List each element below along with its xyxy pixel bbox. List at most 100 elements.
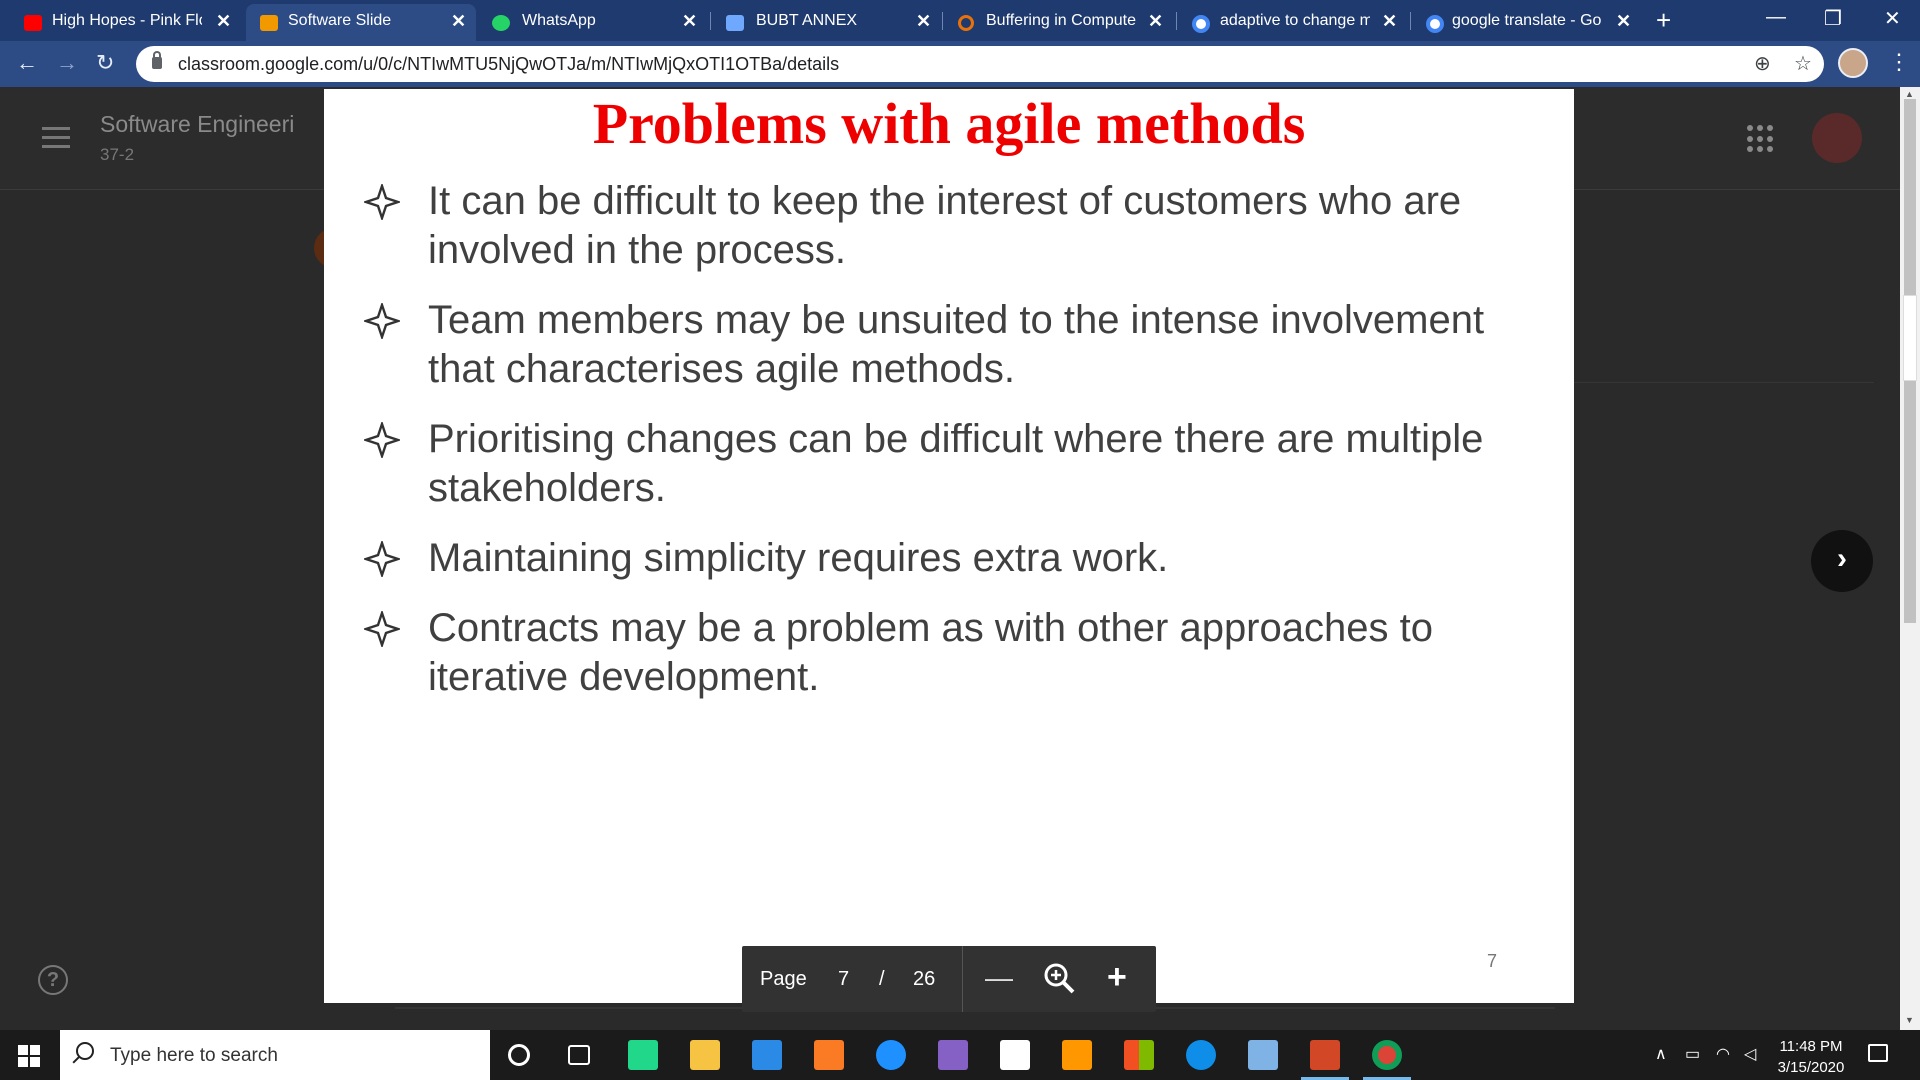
volume-icon[interactable]: ◁ — [1744, 1044, 1756, 1064]
search-placeholder: Type here to search — [110, 1045, 278, 1066]
windows-taskbar: Type here to search ∧ ▭ ◠ ◁ 11:48 PM 3/1… — [0, 1030, 1920, 1080]
bubt-icon — [726, 15, 744, 31]
main-menu-icon[interactable] — [42, 127, 70, 154]
minimize-icon[interactable]: — — [1766, 6, 1786, 29]
page-label: Page — [760, 968, 807, 990]
bullet-text: It can be difficult to keep the interest… — [428, 179, 1462, 272]
tab-software-slide[interactable]: Software Slide ✕ — [246, 4, 476, 41]
slide-preview: Problems with agile methods It can be di… — [324, 89, 1574, 1003]
clock-date: 3/15/2020 — [1777, 1059, 1845, 1076]
profile-avatar[interactable] — [1838, 48, 1868, 78]
tab-title: adaptive to change me — [1220, 12, 1370, 29]
google-apps-icon[interactable] — [1747, 125, 1775, 153]
account-avatar[interactable] — [1812, 113, 1862, 163]
taskbar-search[interactable]: Type here to search — [60, 1030, 490, 1080]
cortana-icon[interactable] — [508, 1044, 530, 1066]
zoom-in-button[interactable]: + — [1107, 958, 1127, 997]
tab-separator — [710, 12, 711, 30]
divider — [1574, 382, 1874, 383]
tab-title: BUBT ANNEX — [756, 12, 858, 29]
close-tab-icon[interactable]: ✕ — [682, 11, 697, 32]
close-tab-icon[interactable]: ✕ — [1148, 11, 1163, 32]
tab-google-translate[interactable]: google translate - Goo ✕ — [1412, 4, 1642, 41]
bullet-item: Maintaining simplicity requires extra wo… — [364, 534, 1544, 583]
four-point-star-icon — [364, 184, 400, 220]
slide-title: Problems with agile methods — [592, 91, 1306, 156]
tab-bubt-annex[interactable]: BUBT ANNEX ✕ — [712, 4, 942, 41]
address-bar[interactable]: classroom.google.com/u/0/c/NTIwMTU5NjQwO… — [136, 46, 1824, 82]
tab-whatsapp[interactable]: WhatsApp ✕ — [478, 4, 708, 41]
current-page[interactable]: 7 — [838, 968, 849, 991]
close-tab-icon[interactable]: ✕ — [916, 11, 931, 32]
tab-title: High Hopes - Pink Floy — [52, 12, 202, 29]
virtualbox-icon[interactable] — [1248, 1040, 1278, 1070]
viewer-page-controls: Page 7 / 26 — + — [742, 946, 1156, 1012]
four-point-star-icon — [364, 303, 400, 339]
restore-icon[interactable]: ❐ — [1824, 6, 1842, 31]
zoom-magnifier-icon[interactable] — [1042, 961, 1076, 995]
bullet-list: It can be difficult to keep the interest… — [364, 177, 1544, 723]
chrome-icon[interactable] — [1372, 1040, 1402, 1070]
tab-separator — [942, 12, 943, 30]
google-icon — [1426, 15, 1444, 33]
course-title[interactable]: Software Engineeri — [100, 111, 294, 138]
notification-center-icon[interactable] — [1868, 1044, 1888, 1062]
close-tab-icon[interactable]: ✕ — [1616, 11, 1631, 32]
tab-buffering[interactable]: Buffering in Computer ✕ — [944, 4, 1174, 41]
browser-tab-strip: High Hopes - Pink Floy ✕ Software Slide … — [0, 0, 1920, 41]
wifi-icon[interactable]: ◠ — [1716, 1044, 1730, 1064]
visual-studio-icon[interactable] — [938, 1040, 968, 1070]
bullet-text: Team members may be unsuited to the inte… — [428, 298, 1485, 391]
scrollbar-handle[interactable] — [1903, 295, 1917, 381]
powerpoint-icon[interactable] — [1310, 1040, 1340, 1070]
windows-start-icon[interactable] — [18, 1045, 40, 1067]
taskbar-clock[interactable]: 11:48 PM 3/15/2020 — [1766, 1036, 1856, 1078]
close-tab-icon[interactable]: ✕ — [451, 11, 466, 32]
tray-chevron-icon[interactable]: ∧ — [1655, 1044, 1667, 1064]
page-scrollbar[interactable]: ▲ ▼ — [1900, 87, 1920, 1030]
whatsapp-icon — [492, 15, 510, 31]
bookmark-star-icon[interactable]: ☆ — [1794, 51, 1812, 76]
windows-apps-icon[interactable] — [1124, 1040, 1154, 1070]
tab-separator — [1176, 12, 1177, 30]
xampp-icon[interactable] — [814, 1040, 844, 1070]
bullet-item: Contracts may be a problem as with other… — [364, 604, 1544, 702]
store-icon[interactable] — [1000, 1040, 1030, 1070]
new-tab-button[interactable]: + — [1656, 5, 1671, 36]
pycharm-icon[interactable] — [628, 1040, 658, 1070]
scroll-down-icon[interactable]: ▼ — [1905, 1015, 1914, 1025]
close-tab-icon[interactable]: ✕ — [216, 11, 231, 32]
next-file-button[interactable]: › — [1811, 530, 1873, 592]
teamviewer-icon[interactable] — [1186, 1040, 1216, 1070]
tab-title: Buffering in Computer — [986, 12, 1136, 29]
back-icon[interactable]: ← — [16, 50, 38, 76]
close-window-icon[interactable]: ✕ — [1884, 6, 1901, 31]
battery-icon[interactable]: ▭ — [1685, 1044, 1700, 1064]
task-view-icon[interactable] — [568, 1045, 590, 1065]
divider — [962, 946, 963, 1012]
file-explorer-icon[interactable] — [690, 1040, 720, 1070]
tab-youtube[interactable]: High Hopes - Pink Floy ✕ — [0, 4, 242, 41]
page-separator: / — [879, 968, 885, 990]
zoom-icon[interactable]: ⊕ — [1754, 51, 1771, 76]
circle-o-icon — [958, 15, 974, 31]
slide-number: 7 — [1487, 951, 1498, 971]
classroom-icon — [260, 15, 278, 31]
tab-title: Software Slide — [288, 12, 392, 29]
zoom-out-button[interactable]: — — [985, 962, 1013, 994]
tab-title: google translate - Goo — [1452, 12, 1602, 29]
edge-icon[interactable] — [876, 1040, 906, 1070]
sublime-icon[interactable] — [1062, 1040, 1092, 1070]
chrome-menu-icon[interactable]: ⋮ — [1888, 49, 1910, 75]
forward-icon[interactable]: → — [56, 50, 78, 76]
reload-icon[interactable]: ↻ — [96, 50, 114, 76]
scroll-up-icon[interactable]: ▲ — [1905, 89, 1914, 99]
url-text: classroom.google.com/u/0/c/NTIwMTU5NjQwO… — [178, 54, 840, 74]
tab-adaptive[interactable]: adaptive to change me ✕ — [1178, 4, 1408, 41]
mail-icon[interactable] — [752, 1040, 782, 1070]
bullet-item: Prioritising changes can be difficult wh… — [364, 415, 1544, 513]
google-icon — [1192, 15, 1210, 33]
help-icon[interactable]: ? — [38, 965, 68, 995]
lock-icon — [152, 51, 162, 69]
close-tab-icon[interactable]: ✕ — [1382, 11, 1397, 32]
